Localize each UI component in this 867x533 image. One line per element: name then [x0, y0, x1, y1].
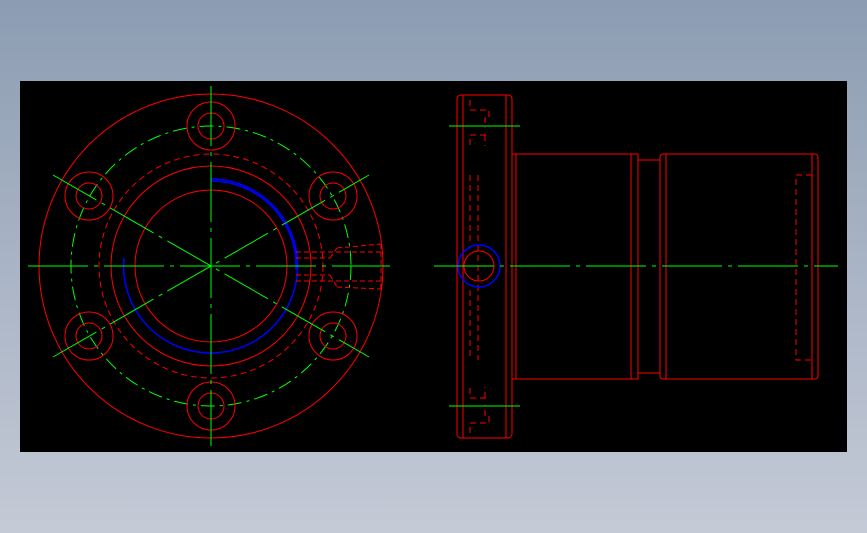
cad-drawing: [28, 86, 838, 446]
front-centerlines: [28, 86, 390, 446]
side-view: [434, 94, 838, 439]
thread-arc-right: [210, 180, 297, 271]
cad-viewport[interactable]: [20, 81, 847, 452]
front-view: [28, 86, 390, 446]
side-centerlines: [434, 125, 838, 407]
